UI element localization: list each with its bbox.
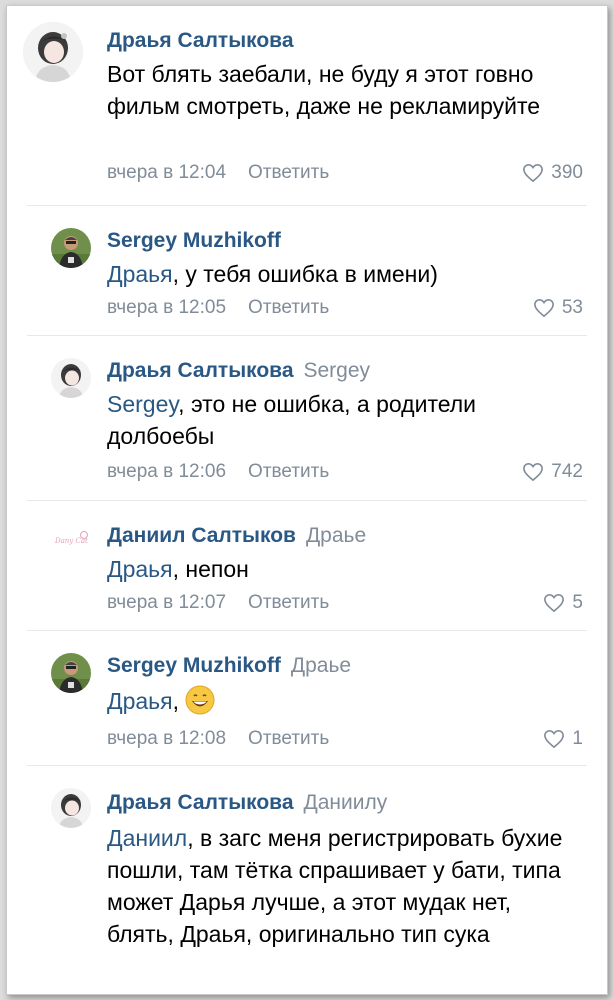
avatar[interactable] [23,22,83,82]
mention-link[interactable]: Драья [107,688,173,714]
comment-time[interactable]: вчера в 12:07 [107,592,226,613]
like-count: 5 [572,592,583,613]
comment-header: Драья Салтыкова Даниилу [107,790,387,816]
avatar[interactable] [51,788,91,828]
comment: Sergey Muzhikoff Драье Драья, вчера в 12:… [7,631,607,766]
heart-outline-icon [522,163,544,183]
reply-button[interactable]: Ответить [248,461,329,482]
comment-text: Драья, [107,685,577,717]
comment-time[interactable]: вчера в 12:06 [107,461,226,482]
comment-meta: вчера в 12:05 Ответить [107,296,329,320]
avatar[interactable] [51,228,91,268]
avatar-logo-icon: Dany Cat [51,519,91,559]
reply-to-name[interactable]: Драье [291,654,351,677]
comment-text: Драья, у тебя ошибка в имени) [107,258,577,290]
heart-outline-icon [522,462,544,482]
comment-meta: вчера в 12:08 Ответить [107,727,329,751]
author-name[interactable]: Драья Салтыкова [107,29,294,52]
comment-body: , непон [172,556,249,582]
reply-button[interactable]: Ответить [248,728,329,749]
comment: Sergey Muzhikoff Драья, у тебя ошибка в … [7,206,607,336]
comment-time[interactable]: вчера в 12:04 [107,162,226,183]
comment-body: , у тебя ошибка в имени) [172,261,438,287]
avatar[interactable] [51,358,91,398]
comment-header: Драья Салтыкова [107,28,294,54]
comments-panel: Драья Салтыкова Вот блять заебали, не бу… [6,5,608,995]
comment-meta: вчера в 12:07 Ответить [107,591,329,615]
comment-text: Sergey, это не ошибка, а родители долбое… [107,388,577,452]
reply-to-name[interactable]: Sergey [304,359,371,382]
heart-outline-icon [543,593,565,613]
author-name[interactable]: Даниил Салтыков [107,524,296,547]
mention-link[interactable]: Драья [107,556,173,582]
like-button[interactable]: 5 [543,591,583,615]
avatar[interactable]: Dany Cat [51,519,91,559]
comment-meta: вчера в 12:06 Ответить [107,460,329,484]
comment-time[interactable]: вчера в 12:08 [107,728,226,749]
avatar-photo-icon [51,228,91,268]
reply-button[interactable]: Ответить [248,592,329,613]
comment-meta: вчера в 12:04 Ответить [107,161,329,185]
avatar-photo-icon [51,358,91,398]
reply-button[interactable]: Ответить [248,297,329,318]
comment-header: Sergey Muzhikoff [107,228,281,254]
heart-outline-icon [543,729,565,749]
mention-link[interactable]: Драья [107,261,173,287]
like-button[interactable]: 390 [522,161,583,185]
comment: Драья Салтыкова Даниилу Даниил, в загс ме… [7,766,607,994]
avatar-photo-icon [23,22,83,82]
comment-text: Драья, непон [107,553,577,585]
grinning-face-emoji [185,685,215,715]
comment-text: Даниил, в загс меня регистрировать бухие… [107,822,577,950]
comment-header: Даниил Салтыков Драье [107,523,366,549]
avatar-photo-icon [51,788,91,828]
reply-to-name[interactable]: Даниилу [304,791,388,814]
heart-outline-icon [533,298,555,318]
reply-to-name[interactable]: Драье [306,524,366,547]
comment-time[interactable]: вчера в 12:05 [107,297,226,318]
comment: Драья Салтыкова Sergey Sergey, это не оши… [7,336,607,501]
comment-text: Вот блять заебали, не буду я этот говно … [107,61,541,119]
like-count: 53 [561,297,583,318]
reply-button[interactable]: Ответить [248,162,329,183]
like-count: 1 [572,728,583,749]
like-count: 742 [551,461,583,482]
avatar-photo-icon [51,653,91,693]
mention-link[interactable]: Даниил [107,825,187,851]
avatar[interactable] [51,653,91,693]
author-name[interactable]: Sergey Muzhikoff [107,654,281,677]
author-name[interactable]: Драья Салтыкова [107,359,294,382]
comment-header: Sergey Muzhikoff Драье [107,653,351,679]
mention-link[interactable]: Sergey [107,391,178,417]
comment: Драья Салтыкова Вот блять заебали, не бу… [7,6,607,206]
like-count: 390 [551,162,583,183]
like-button[interactable]: 742 [522,460,583,484]
like-button[interactable]: 53 [533,296,583,320]
author-name[interactable]: Sergey Muzhikoff [107,229,281,252]
comment: Dany Cat Даниил Салтыков Драье Драья, неп… [7,501,607,631]
comment-body: , [172,688,179,714]
author-name[interactable]: Драья Салтыкова [107,791,294,814]
comment-header: Драья Салтыкова Sergey [107,358,370,384]
like-button[interactable]: 1 [543,727,583,751]
